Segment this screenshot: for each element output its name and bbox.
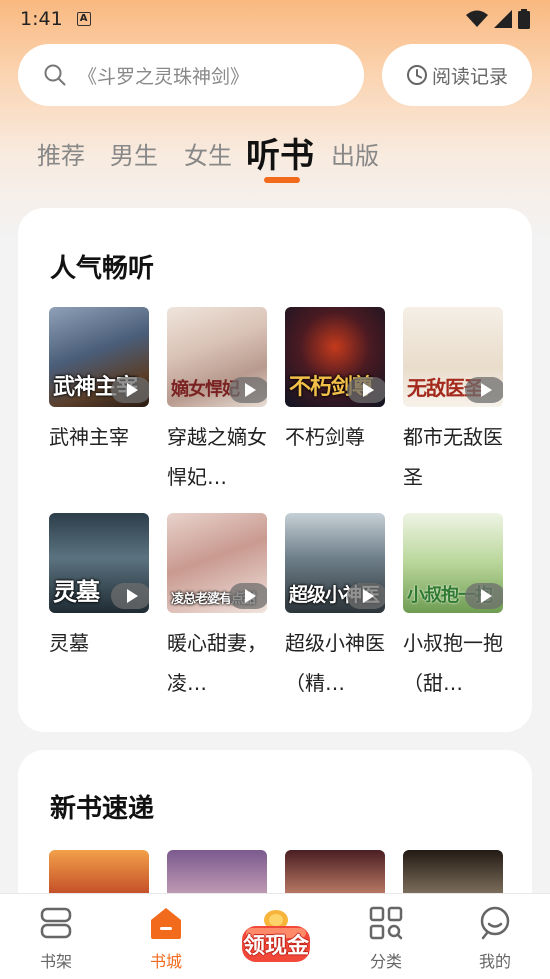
bottom-navigation: 书架 书城 领现金 分类 我的 xyxy=(0,893,550,979)
clock-icon xyxy=(406,65,427,85)
reading-history-button[interactable]: 阅读记录 xyxy=(382,44,532,106)
tab-recommend[interactable]: 推荐 xyxy=(37,136,85,171)
earn-cash-button[interactable]: 领现金 xyxy=(238,908,314,966)
nav-profile[interactable]: 我的 xyxy=(455,906,535,972)
home-icon xyxy=(151,908,181,939)
play-icon xyxy=(347,583,385,609)
tab-male[interactable]: 男生 xyxy=(110,136,158,171)
play-icon xyxy=(347,377,385,403)
book-item[interactable]: 超级小神医 超级小神医（精… xyxy=(285,513,389,703)
book-item[interactable]: 武神主宰 武神主宰 xyxy=(49,307,153,457)
tab-published[interactable]: 出版 xyxy=(331,136,379,171)
book-title: 武神主宰 xyxy=(49,425,129,449)
book-title: 暖心甜妻，凌… xyxy=(167,631,267,695)
search-icon xyxy=(44,64,66,86)
play-icon xyxy=(111,583,149,609)
book-cover: 不朽剑尊 xyxy=(285,307,385,407)
book-title: 穿越之嫡女悍妃… xyxy=(167,425,267,489)
book-title: 不朽剑尊 xyxy=(285,425,365,449)
profile-icon xyxy=(480,906,510,940)
book-cover: 灵墓 xyxy=(49,513,149,613)
book-item[interactable]: 凌总老婆有点甜 暖心甜妻，凌… xyxy=(167,513,271,703)
nav-bookstore[interactable]: 书城 xyxy=(126,906,206,972)
wifi-icon xyxy=(466,10,488,27)
book-item[interactable]: 灵墓 灵墓 xyxy=(49,513,153,663)
earn-cash-label: 领现金 xyxy=(242,934,309,959)
book-item[interactable]: 不朽剑尊 不朽剑尊 xyxy=(285,307,389,457)
nav-bookshelf[interactable]: 书架 xyxy=(16,906,96,972)
signal-icon xyxy=(494,10,512,28)
section-title: 人气畅听 xyxy=(50,254,155,284)
play-icon xyxy=(465,377,503,403)
tab-audiobook[interactable]: 听书 xyxy=(246,128,314,177)
play-icon xyxy=(229,583,267,609)
book-cover: 武神主宰 xyxy=(49,307,149,407)
search-bar[interactable]: 《斗罗之灵珠神剑》 xyxy=(18,44,364,106)
play-icon xyxy=(229,377,267,403)
nav-label: 书城 xyxy=(149,952,182,971)
play-icon xyxy=(111,377,149,403)
play-icon xyxy=(465,583,503,609)
tab-indicator xyxy=(264,177,300,183)
category-icon xyxy=(369,906,403,940)
book-cover: 无敌医圣 xyxy=(403,307,503,407)
book-title: 灵墓 xyxy=(49,631,89,655)
book-title: 都市无敌医圣 xyxy=(403,425,503,489)
section-title: 新书速递 xyxy=(50,794,155,824)
book-item[interactable]: 小叔抱一抱 小叔抱一抱（甜… xyxy=(403,513,507,703)
battery-icon xyxy=(518,9,530,29)
status-time: 1:41 xyxy=(20,8,63,30)
nav-label: 我的 xyxy=(478,952,511,971)
book-title: 超级小神医（精… xyxy=(285,631,385,695)
book-cover: 超级小神医 xyxy=(285,513,385,613)
book-item[interactable]: 嫡女悍妃 穿越之嫡女悍妃… xyxy=(167,307,271,497)
nav-category[interactable]: 分类 xyxy=(346,906,426,972)
status-bar: 1:41 A xyxy=(0,0,550,38)
search-placeholder: 《斗罗之灵珠神剑》 xyxy=(78,65,250,88)
cover-title: 灵墓 xyxy=(53,578,100,606)
bookshelf-icon xyxy=(40,907,72,939)
book-cover: 嫡女悍妃 xyxy=(167,307,267,407)
tab-female[interactable]: 女生 xyxy=(184,136,232,171)
nav-label: 分类 xyxy=(369,952,402,971)
book-cover: 小叔抱一抱 xyxy=(403,513,503,613)
book-item[interactable]: 无敌医圣 都市无敌医圣 xyxy=(403,307,507,497)
book-title: 小叔抱一抱（甜… xyxy=(403,631,503,695)
category-tabs: 推荐 男生 女生 听书 出版 xyxy=(0,124,550,188)
book-cover: 凌总老婆有点甜 xyxy=(167,513,267,613)
reading-history-label: 阅读记录 xyxy=(431,65,508,88)
notification-icon: A xyxy=(76,12,91,26)
nav-label: 书架 xyxy=(39,952,72,971)
popular-section: 人气畅听 武神主宰 武神主宰 嫡女悍妃 穿越之嫡女悍妃… 不朽剑尊 不朽剑尊 无… xyxy=(18,208,532,732)
